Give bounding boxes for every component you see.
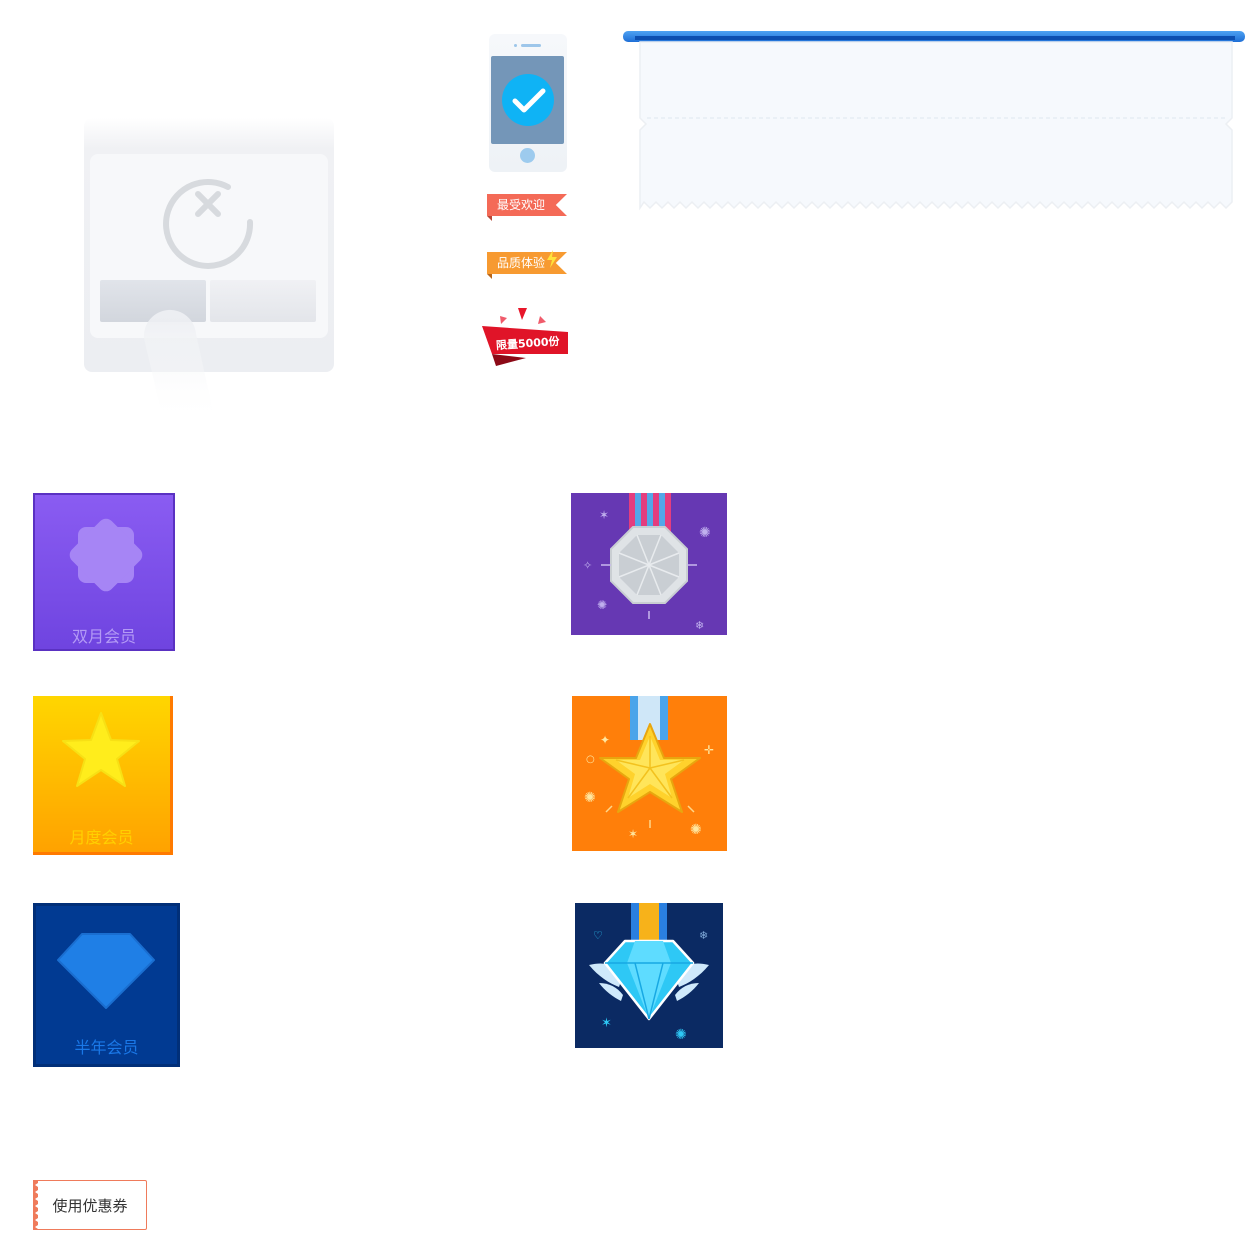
phone-home-button	[520, 148, 535, 163]
phone-camera	[514, 44, 517, 47]
phone-success-icon	[489, 34, 567, 172]
svg-text:○: ○	[586, 754, 595, 765]
svg-text:✶: ✶	[628, 827, 638, 841]
use-coupon-button[interactable]: 使用优惠券	[33, 1180, 147, 1230]
card-monthly-member[interactable]: 月度会员	[33, 696, 173, 855]
svg-text:✧: ✧	[583, 559, 592, 572]
tag-quality-experience: 品质体验	[487, 250, 569, 280]
card-label: 半年会员	[74, 1038, 139, 1057]
ribbon-fold	[487, 216, 492, 221]
svg-text:✛: ✛	[704, 743, 714, 757]
svg-text:✶: ✶	[599, 508, 609, 522]
finger-tap-icon	[143, 309, 214, 424]
card-halfyear-member[interactable]: 半年会员	[33, 903, 180, 1067]
svg-text:✺: ✺	[597, 598, 607, 612]
card-label: 双月会员	[71, 627, 136, 646]
tag-label: 品质体验	[497, 256, 546, 270]
tag-label: 最受欢迎	[497, 198, 546, 212]
svg-text:❄: ❄	[695, 619, 704, 632]
winged-diamond-medal-icon: ♡ ❄ ✶ ✺	[589, 903, 709, 1043]
phone-screen	[491, 56, 564, 144]
coupon-label: 使用优惠券	[52, 1197, 128, 1215]
ribbon-fold	[487, 274, 492, 279]
dialog-confirm-button	[210, 280, 316, 322]
gold-star-medal-icon: ✦ ✛ ○ ✺ ✺ ✶	[584, 696, 714, 841]
medal-gold: ✦ ✛ ○ ✺ ✺ ✶	[572, 696, 727, 851]
svg-text:❄: ❄	[699, 929, 708, 942]
lightning-icon	[547, 250, 557, 268]
svg-text:✦: ✦	[600, 733, 610, 747]
svg-text:✺: ✺	[699, 525, 711, 541]
tag-limited-quantity: 限量5000份	[482, 306, 572, 370]
svg-text:✺: ✺	[675, 1027, 687, 1043]
failure-illustration	[84, 118, 334, 424]
silver-octagon-medal-icon: ✶ ✧ ✺ ✺ ❄	[583, 493, 711, 632]
receipt-paper	[623, 31, 1245, 211]
svg-text:✶: ✶	[601, 1016, 612, 1031]
card-bimonthly-member[interactable]: 双月会员	[33, 493, 175, 651]
card-label: 月度会员	[69, 828, 134, 847]
medal-diamond: ♡ ❄ ✶ ✺	[575, 903, 723, 1048]
tag-most-popular: 最受欢迎	[487, 194, 567, 222]
check-circle-icon	[502, 74, 554, 126]
phone-speaker	[521, 44, 541, 47]
receipt-slip	[623, 30, 1245, 220]
svg-text:♡: ♡	[593, 929, 603, 942]
svg-text:✺: ✺	[584, 790, 596, 806]
medal-silver: ✶ ✧ ✺ ✺ ❄	[571, 493, 727, 635]
svg-text:✺: ✺	[690, 822, 702, 838]
